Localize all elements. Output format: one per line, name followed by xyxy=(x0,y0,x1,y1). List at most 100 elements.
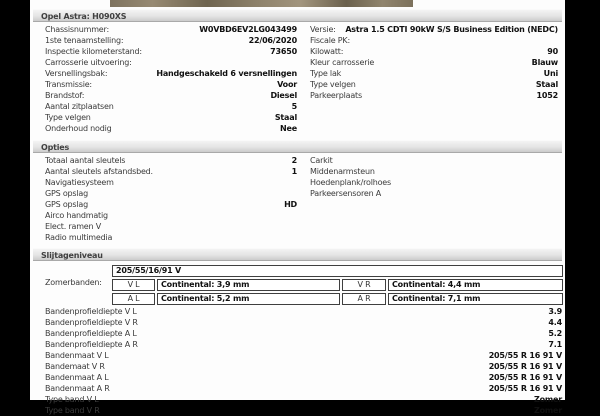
wear-value: 205/55 R 16 91 V xyxy=(488,351,563,360)
tire-measure-cell: Continental: 7,1 mm xyxy=(388,293,563,305)
wear-row: Bandenprofieldiepte V L 3.9 xyxy=(45,306,562,317)
wear-value: 205/55 R 16 91 V xyxy=(488,373,563,382)
field-value: 22/06/2020 xyxy=(248,36,298,45)
info-row: Onderhoud nodig Nee xyxy=(45,123,297,134)
info-row: Inspectie kilometerstand: 73650 xyxy=(45,46,297,57)
field-label: Carrosserie uitvoering: xyxy=(45,58,132,67)
option-label: Hoedenplank/rolhoes xyxy=(310,178,391,187)
vehicle-title-bar: Opel Astra: H090XS xyxy=(33,9,562,22)
option-row: Middenarmsteun xyxy=(310,166,558,177)
field-label: Brandstof: xyxy=(45,91,85,100)
info-column-left: Chassisnummer: W0VBD6EV2LG043499 1ste ten… xyxy=(30,24,297,134)
info-row: Carrosserie uitvoering: xyxy=(45,57,297,68)
wear-label: Bandenmaat V L xyxy=(45,351,109,360)
option-row: Radio multimedia xyxy=(45,232,297,243)
info-row: Aantal zitplaatsen 5 xyxy=(45,101,297,112)
info-row: Type lak Uni xyxy=(310,68,558,79)
field-label: Chassisnummer: xyxy=(45,25,109,34)
opties-column-left: Totaal aantal sleutels 2 Aantal sleutels … xyxy=(30,155,297,243)
option-row: Hoedenplank/rolhoes xyxy=(310,177,558,188)
tire-size-header-cell: 205/55/16/91 V xyxy=(112,265,563,277)
wear-value: 205/55 R 16 91 V xyxy=(488,362,563,371)
field-value: Diesel xyxy=(270,91,297,100)
info-row: Versnellingsbak: Handgeschakeld 6 versnel… xyxy=(45,68,297,79)
field-value: Astra 1.5 CDTI 90kW S/S Business Edition… xyxy=(345,25,558,34)
wear-row: Bandenmaat A L 205/55 R 16 91 V xyxy=(45,372,562,383)
option-label: GPS opslag xyxy=(45,200,88,209)
wear-value: 3.9 xyxy=(548,307,562,316)
info-row: Kilowatt: 90 xyxy=(310,46,558,57)
field-value: Staal xyxy=(274,113,297,122)
field-label: 1ste tenaamstelling: xyxy=(45,36,124,45)
option-label: Middenarmsteun xyxy=(310,167,375,176)
option-row: GPS opslag xyxy=(45,188,297,199)
field-label: Kilowatt: xyxy=(310,47,344,56)
field-label: Type velgen xyxy=(310,80,356,89)
field-value: Nee xyxy=(280,124,297,133)
wear-value: 7.1 xyxy=(548,340,562,349)
wear-row: Bandenmaat A R 205/55 R 16 91 V xyxy=(45,383,562,394)
tire-measure-cell: Continental: 3,9 mm xyxy=(157,279,340,291)
field-label: Fiscale PK: xyxy=(310,36,350,45)
option-row: Elect. ramen V xyxy=(45,221,297,232)
info-row: Versie: Astra 1.5 CDTI 90kW S/S Business … xyxy=(310,24,558,35)
tire-position-cell: V R xyxy=(342,279,386,291)
wear-value: 4.4 xyxy=(548,318,562,327)
option-label: Airco handmatig xyxy=(45,211,108,220)
tire-table: 205/55/16/91 V V L Continental: 3,9 mm V… xyxy=(112,265,563,305)
option-row: Carkit xyxy=(310,155,558,166)
info-row: Brandstof: Diesel xyxy=(45,90,297,101)
info-row: Kleur carrosserie Blauw xyxy=(310,57,558,68)
option-label: Carkit xyxy=(310,156,333,165)
field-value: Blauw xyxy=(531,58,559,67)
opties-column-right: Carkit Middenarmsteun Hoedenplank/rolhoe… xyxy=(297,155,565,243)
wear-label: Bandenprofieldiepte A R xyxy=(45,340,138,349)
wear-value: 205/55 R 16 91 V xyxy=(488,384,563,393)
vehicle-photo-strip xyxy=(110,0,413,7)
field-label: Onderhoud nodig xyxy=(45,124,112,133)
info-row: Chassisnummer: W0VBD6EV2LG043499 xyxy=(45,24,297,35)
wear-label: Type band V R xyxy=(45,406,100,415)
info-row: Type velgen Staal xyxy=(310,79,558,90)
option-label: Aantal sleutels afstandsbed. xyxy=(45,167,153,176)
opties-section-bar: Opties xyxy=(33,140,562,153)
info-row: 1ste tenaamstelling: 22/06/2020 xyxy=(45,35,297,46)
field-value: Handgeschakeld 6 versnellingen xyxy=(156,69,297,78)
field-value: Staal xyxy=(535,80,558,89)
vehicle-title: Opel Astra: H090XS xyxy=(41,12,127,21)
wear-row: Bandenprofieldiepte A R 7.1 xyxy=(45,339,562,350)
option-value: HD xyxy=(284,200,297,209)
tire-position-cell: A L xyxy=(112,293,155,305)
wear-label: Bandenprofieldiepte V R xyxy=(45,318,138,327)
wear-row: Bandemaat V R 205/55 R 16 91 V xyxy=(45,361,562,372)
wear-value: Zomer xyxy=(533,406,562,415)
wear-row: Bandenmaat V L 205/55 R 16 91 V xyxy=(45,350,562,361)
tire-position-cell: A R xyxy=(342,293,386,305)
field-value: 73650 xyxy=(270,47,297,56)
field-label: Versie: xyxy=(310,25,336,34)
tire-measure-cell: Continental: 4,4 mm xyxy=(388,279,563,291)
option-label: GPS opslag xyxy=(45,189,88,198)
field-label: Type velgen xyxy=(45,113,91,122)
field-value: Uni xyxy=(543,69,559,78)
option-row: Airco handmatig xyxy=(45,210,297,221)
info-column-right: Versie: Astra 1.5 CDTI 90kW S/S Business … xyxy=(297,24,565,134)
wear-label: Bandenprofieldiepte V L xyxy=(45,307,137,316)
slijtage-section-bar: Slijtageniveau xyxy=(33,248,562,261)
field-value: 90 xyxy=(547,47,558,56)
option-row: Totaal aantal sleutels 2 xyxy=(45,155,297,166)
field-label: Kleur carrosserie xyxy=(310,58,375,67)
tire-measure-cell: Continental: 5,2 mm xyxy=(157,293,340,305)
option-label: Totaal aantal sleutels xyxy=(45,156,126,165)
field-label: Transmissie: xyxy=(45,80,92,89)
field-value: Voor xyxy=(277,80,297,89)
wear-row: Bandenprofieldiepte A L 5.2 xyxy=(45,328,562,339)
field-value: W0VBD6EV2LG043499 xyxy=(199,25,297,34)
wear-label: Bandenmaat A L xyxy=(45,373,109,382)
wear-label: Bandemaat V R xyxy=(45,362,105,371)
info-row: Fiscale PK: xyxy=(310,35,558,46)
vehicle-info-section: Chassisnummer: W0VBD6EV2LG043499 1ste ten… xyxy=(30,24,565,134)
field-label: Type lak xyxy=(310,69,342,78)
opties-section-title: Opties xyxy=(41,143,70,152)
wear-row: Type band V R Zomer xyxy=(45,405,562,416)
